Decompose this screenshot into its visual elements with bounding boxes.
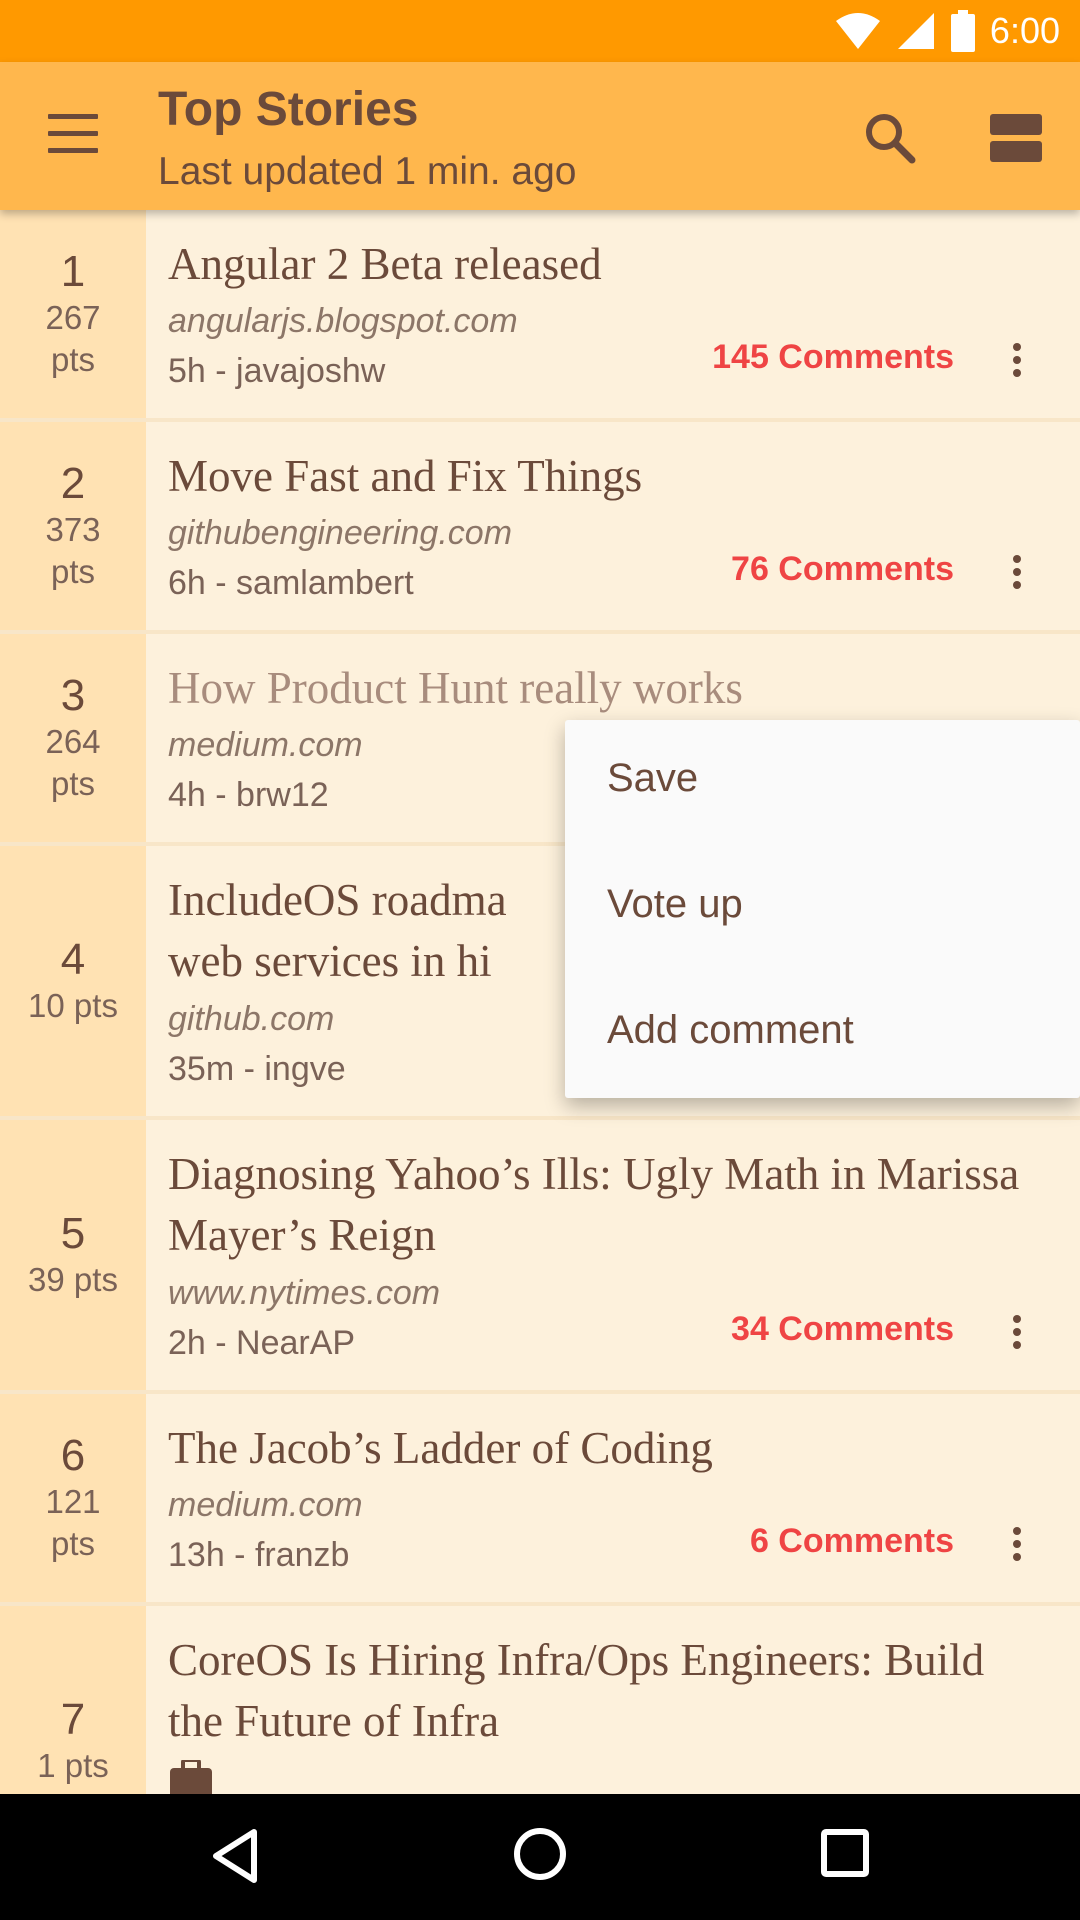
story-row[interactable]: 5 39 pts Diagnosing Yahoo’s Ills: Ugly M…	[0, 1120, 1080, 1394]
story-row[interactable]: 6 121 pts The Jacob’s Ladder of Coding m…	[0, 1394, 1080, 1606]
battery-icon	[950, 10, 975, 52]
story-points: 267	[45, 299, 101, 336]
story-title[interactable]: CoreOS Is Hiring Infra/Ops Engineers: Bu…	[168, 1630, 1028, 1752]
comments-link[interactable]: 34 Comments	[731, 1310, 954, 1349]
story-meta: 4h - brw12	[168, 776, 329, 814]
story-row[interactable]: 1 267 pts Angular 2 Beta released angula…	[0, 210, 1080, 422]
comments-link[interactable]: 145 Comments	[712, 338, 954, 377]
home-icon[interactable]	[512, 1826, 568, 1882]
story-domain: githubengineering.com	[168, 514, 513, 552]
story-domain: medium.com	[168, 726, 363, 764]
story-rank: 6	[60, 1431, 86, 1480]
story-context-menu: Save Vote up Add comment	[565, 720, 1080, 1098]
status-time: 6:00	[989, 10, 1060, 51]
story-points-unit: pts	[50, 341, 96, 378]
view-toggle-icon[interactable]	[990, 112, 1042, 164]
story-domain: www.nytimes.com	[168, 1274, 441, 1312]
rank-column: 3 264 pts	[0, 634, 146, 842]
story-points: 121	[45, 1483, 101, 1520]
menu-icon[interactable]	[48, 114, 98, 154]
story-domain: medium.com	[168, 1486, 363, 1524]
story-rank: 4	[60, 935, 86, 984]
page-title: Top Stories	[158, 83, 419, 136]
story-meta: 6h - samlambert	[168, 564, 414, 602]
status-bar: 6:00	[0, 0, 1080, 62]
story-meta: 35m - ingve	[168, 1050, 346, 1088]
story-row[interactable]: 2 373 pts Move Fast and Fix Things githu…	[0, 422, 1080, 634]
more-vert-icon[interactable]	[1002, 1522, 1032, 1572]
story-rank: 7	[60, 1695, 86, 1744]
rank-column: 1 267 pts	[0, 210, 146, 418]
story-points: 373	[45, 511, 101, 548]
story-points-unit: pts	[50, 1525, 96, 1562]
navigation-bar	[0, 1794, 1080, 1920]
menu-item-add-comment[interactable]: Add comment	[607, 980, 854, 1080]
story-points: 10 pts	[28, 987, 118, 1024]
back-icon[interactable]	[210, 1828, 260, 1884]
story-points: 39 pts	[28, 1261, 118, 1298]
story-domain: angularjs.blogspot.com	[168, 302, 518, 340]
last-updated-text: Last updated 1 min. ago	[158, 150, 577, 193]
story-points: 1 pts	[37, 1747, 109, 1784]
briefcase-icon	[170, 1760, 212, 1794]
rank-column: 2 373 pts	[0, 422, 146, 630]
menu-item-save[interactable]: Save	[607, 728, 698, 828]
story-rank: 1	[60, 247, 86, 296]
story-points-unit: pts	[50, 553, 96, 590]
story-points: 264	[45, 723, 101, 760]
signal-icon	[897, 13, 934, 49]
story-rank: 5	[60, 1209, 86, 1258]
wifi-icon	[835, 13, 880, 49]
comments-link[interactable]: 6 Comments	[750, 1522, 954, 1561]
more-vert-icon[interactable]	[1002, 338, 1032, 388]
story-rank: 3	[60, 671, 86, 720]
story-meta: 2h - NearAP	[168, 1324, 356, 1362]
rank-column: 6 121 pts	[0, 1394, 146, 1602]
menu-item-vote-up[interactable]: Vote up	[607, 854, 743, 954]
story-rank: 2	[60, 459, 86, 508]
app-bar: Top Stories Last updated 1 min. ago	[0, 62, 1080, 210]
story-title[interactable]: The Jacob’s Ladder of Coding	[168, 1418, 1028, 1479]
story-title[interactable]: Diagnosing Yahoo’s Ills: Ugly Math in Ma…	[168, 1144, 1028, 1266]
story-title[interactable]: Move Fast and Fix Things	[168, 446, 1028, 507]
story-title[interactable]: Angular 2 Beta released	[168, 234, 1028, 295]
more-vert-icon[interactable]	[1002, 550, 1032, 600]
search-icon[interactable]	[862, 110, 918, 166]
recents-icon[interactable]	[820, 1828, 870, 1878]
rank-column: 5 39 pts	[0, 1120, 146, 1390]
story-title[interactable]: How Product Hunt really works	[168, 658, 1028, 719]
story-points-unit: pts	[50, 765, 96, 802]
rank-column: 7 1 pts	[0, 1606, 146, 1794]
story-domain: github.com	[168, 1000, 335, 1038]
comments-link[interactable]: 76 Comments	[731, 550, 954, 589]
rank-column: 4 10 pts	[0, 846, 146, 1116]
more-vert-icon[interactable]	[1002, 1310, 1032, 1360]
story-meta: 5h - javajoshw	[168, 352, 386, 390]
story-meta: 13h - franzb	[168, 1536, 350, 1574]
story-row[interactable]: 7 1 pts CoreOS Is Hiring Infra/Ops Engin…	[0, 1606, 1080, 1794]
